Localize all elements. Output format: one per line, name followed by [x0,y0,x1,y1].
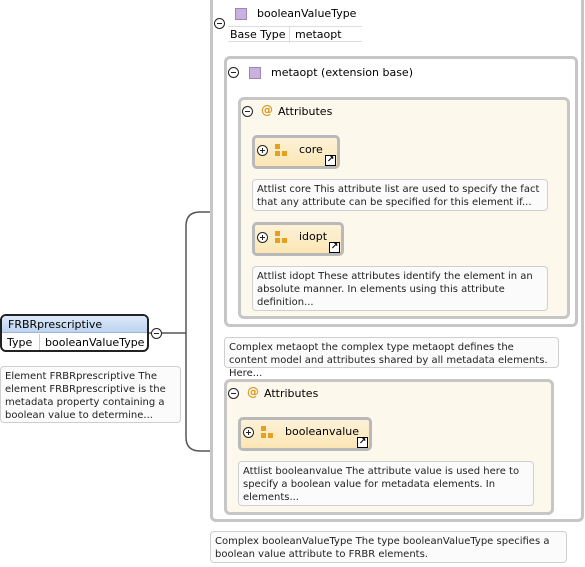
booleanvalue-expand-button[interactable] [243,427,254,438]
own-attributes-collapse-button[interactable] [228,388,239,399]
element-box[interactable]: FRBRprescriptive Type booleanValueType [0,314,149,352]
attribute-group-icon [275,231,288,244]
core-description: Attlist core This attribute list are use… [252,179,548,211]
element-header: FRBRprescriptive [2,316,147,333]
extension-attributes-title: Attributes [278,105,333,118]
link-arrow-icon[interactable]: ↗ [325,155,336,166]
base-type-row: Base Type metaopt [228,26,362,43]
attribute-group-icon [275,144,288,157]
booleanvalue-label: booleanvalue [285,425,360,438]
element-type-value: booleanValueType [45,336,145,349]
element-type-label: Type [7,336,33,349]
extension-collapse-button[interactable] [228,67,239,78]
booleanvalue-description: Attlist booleanvalue The attribute value… [238,461,534,506]
complex-type-description: Complex booleanValueType The type boolea… [210,531,567,563]
core-label: core [299,143,323,156]
idopt-description: Attlist idopt These attributes identify … [252,266,548,311]
base-type-label: Base Type [230,28,286,41]
complex-type-icon [235,8,247,20]
at-sign-icon: @ [247,385,259,399]
idopt-expand-button[interactable] [257,232,268,243]
link-arrow-icon[interactable]: ↗ [329,242,340,253]
element-type-divider [39,334,40,350]
extension-icon [249,67,261,79]
idopt-label: idopt [299,230,328,243]
element-name: FRBRprescriptive [8,318,103,331]
element-description: Element FRBRprescriptive The element FRB… [0,366,181,423]
link-arrow-icon[interactable]: ↗ [357,437,368,448]
base-type-divider [289,27,290,43]
base-type-value: metaopt [295,28,342,41]
attribute-group-icon [261,426,274,439]
element-collapse-button[interactable] [151,328,162,339]
own-attributes-title: Attributes [264,387,319,400]
extension-description: Complex metaopt the complex type metaopt… [224,337,559,379]
complex-type-name: booleanValueType [257,7,357,20]
core-expand-button[interactable] [257,145,268,156]
at-sign-icon: @ [261,103,273,117]
extension-attributes-collapse-button[interactable] [242,106,253,117]
complex-type-collapse-button[interactable] [214,18,225,29]
extension-title: metaopt (extension base) [271,66,413,79]
